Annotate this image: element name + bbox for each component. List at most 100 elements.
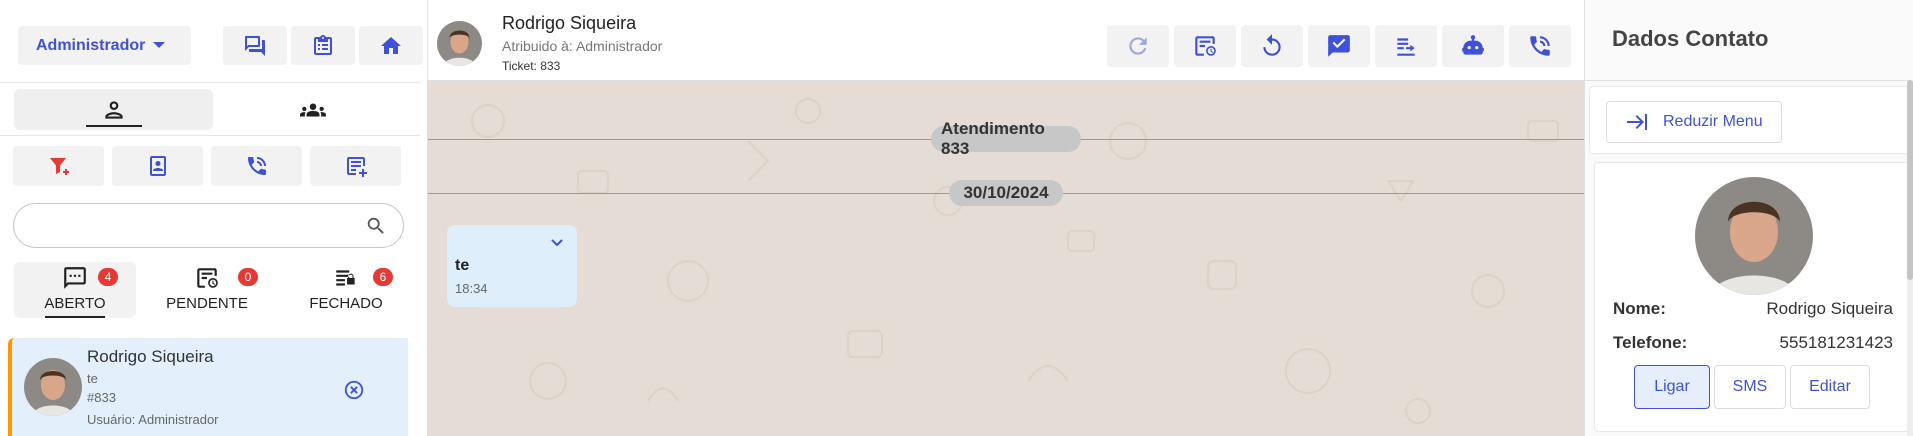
panel-scrollbar[interactable] — [1907, 80, 1913, 436]
scrollbar-thumb[interactable] — [1907, 80, 1913, 280]
reduce-menu-button[interactable]: Reduzir Menu — [1606, 101, 1782, 143]
message-time: 18:34 — [455, 281, 488, 296]
ticket-list-item[interactable]: Rodrigo Siqueira te #833 Usuário: Admini… — [8, 338, 408, 436]
chevron-down-icon[interactable] — [549, 235, 565, 251]
count-badge: 0 — [238, 268, 258, 286]
collapse-right-icon — [1627, 114, 1647, 130]
search-icon[interactable] — [365, 215, 387, 237]
schedule-message-icon — [1195, 36, 1216, 56]
ticket-status-tabs: ABERTO 4 PENDENTE 0 FECHADO 6 — [0, 258, 420, 322]
transfer-button[interactable] — [1375, 25, 1437, 67]
avatar[interactable] — [437, 21, 482, 66]
chat-check-icon — [1328, 35, 1350, 57]
chat-ticket-number: Ticket: 833 — [502, 59, 561, 73]
avatar — [1695, 177, 1813, 295]
chat-panel: Rodrigo Siqueira Atribuido à: Administra… — [428, 0, 1584, 436]
sms-label: SMS — [1732, 378, 1768, 395]
phone-call-icon — [1530, 36, 1550, 56]
phone-call-icon — [247, 157, 266, 175]
tab-fechado[interactable]: FECHADO 6 — [285, 262, 407, 318]
count-badge: 4 — [98, 268, 118, 286]
tab-fechado-label: FECHADO — [309, 295, 383, 312]
chat-bubbles-icon — [245, 35, 265, 56]
robot-icon — [1462, 35, 1484, 55]
chat-dots-icon — [64, 267, 86, 289]
reduce-menu-card: Reduzir Menu — [1589, 86, 1913, 154]
edit-contact-label: Editar — [1809, 378, 1851, 395]
phone-label: Telefone: — [1613, 333, 1688, 352]
tab-aberto[interactable]: ABERTO 4 — [14, 262, 136, 318]
avatar-photo — [1695, 177, 1813, 295]
new-ticket-button[interactable] — [310, 146, 401, 186]
active-tab-underline — [85, 125, 142, 127]
chat-contact-name: Rodrigo Siqueira — [502, 13, 637, 33]
tasks-button[interactable] — [291, 26, 355, 65]
app-root: Administrador ABERTO 4 PENDENTE 0 FECHAD… — [0, 0, 1913, 436]
quick-messages-button[interactable] — [223, 26, 287, 65]
call-contact-button[interactable]: Ligar — [1634, 365, 1710, 409]
group-icon — [299, 103, 326, 116]
message-bubble[interactable]: te 18:34 — [447, 225, 577, 307]
tab-all-tickets[interactable] — [213, 89, 412, 130]
person-icon — [104, 100, 123, 119]
role-selector[interactable]: Administrador — [18, 26, 191, 65]
undo-icon — [1263, 34, 1281, 56]
chevron-down-icon — [153, 42, 165, 48]
ticket-number: #833 — [87, 390, 116, 405]
sidebar-topbar: Administrador — [0, 0, 428, 82]
sms-button[interactable]: SMS — [1714, 365, 1786, 409]
panel-title: Dados Contato — [1612, 26, 1769, 51]
message-area[interactable]: Atendimento 833 30/10/2024 te 18:34 — [428, 81, 1584, 436]
edit-contact-button[interactable]: Editar — [1790, 365, 1870, 409]
ticket-last-message: te — [87, 371, 98, 386]
phone-value: 555181231423 — [1779, 333, 1893, 352]
ticket-contact-name: Rodrigo Siqueira — [87, 347, 214, 366]
tab-pendente-label: PENDENTE — [166, 295, 248, 312]
name-label: Nome: — [1613, 299, 1666, 318]
avatar-photo — [437, 21, 482, 66]
close-circle-icon[interactable] — [343, 379, 365, 401]
tab-my-tickets[interactable] — [14, 89, 213, 130]
date-chip: 30/10/2024 — [949, 180, 1063, 206]
tab-aberto-label: ABERTO — [44, 295, 106, 312]
search-input[interactable] — [30, 214, 350, 238]
active-tab-underline — [45, 316, 105, 318]
ticket-chip: Atendimento 833 — [931, 119, 1081, 158]
call-button[interactable] — [211, 146, 302, 186]
add-filter-button[interactable] — [13, 146, 104, 186]
contact-details-panel: Dados Contato Reduzir Menu Nome: Rodrigo… — [1584, 0, 1913, 436]
home-icon — [381, 36, 401, 54]
chat-assigned-to: Atribuido à: Administrador — [502, 38, 663, 54]
reduce-menu-label: Reduzir Menu — [1663, 113, 1763, 130]
closed-list-icon — [336, 270, 355, 286]
schedule-button[interactable] — [1174, 25, 1236, 67]
ticket-assigned-user: Usuário: Administrador — [87, 412, 219, 427]
tab-pendente[interactable]: PENDENTE 0 — [146, 262, 268, 318]
contacts-button[interactable] — [112, 146, 203, 186]
filter-actions — [0, 144, 420, 188]
chat-header: Rodrigo Siqueira Atribuido à: Administra… — [428, 0, 1584, 81]
list-add-icon — [346, 157, 367, 177]
contact-card-icon — [149, 156, 166, 176]
bot-button[interactable] — [1442, 25, 1504, 67]
message-text: te — [455, 257, 470, 274]
ticket-sidebar: Administrador ABERTO 4 PENDENTE 0 FECHAD… — [0, 0, 428, 436]
avatar-photo — [24, 358, 82, 416]
name-value: Rodrigo Siqueira — [1766, 299, 1893, 318]
clipboard-list-icon — [314, 34, 332, 55]
refresh-icon — [1129, 37, 1147, 55]
filter-plus-icon — [49, 158, 69, 175]
return-ticket-button[interactable] — [1241, 25, 1303, 67]
transfer-icon — [1397, 38, 1415, 56]
avatar — [24, 358, 82, 416]
voice-call-button[interactable] — [1509, 25, 1571, 67]
search-box — [13, 203, 404, 248]
resolve-button[interactable] — [1308, 25, 1370, 67]
pending-list-icon — [197, 268, 218, 288]
user-filter-tabs — [0, 82, 420, 136]
call-contact-label: Ligar — [1654, 378, 1690, 395]
role-selector-label: Administrador — [36, 36, 146, 54]
home-button[interactable] — [359, 26, 423, 65]
refresh-button[interactable] — [1107, 25, 1169, 67]
divider — [1585, 80, 1913, 81]
